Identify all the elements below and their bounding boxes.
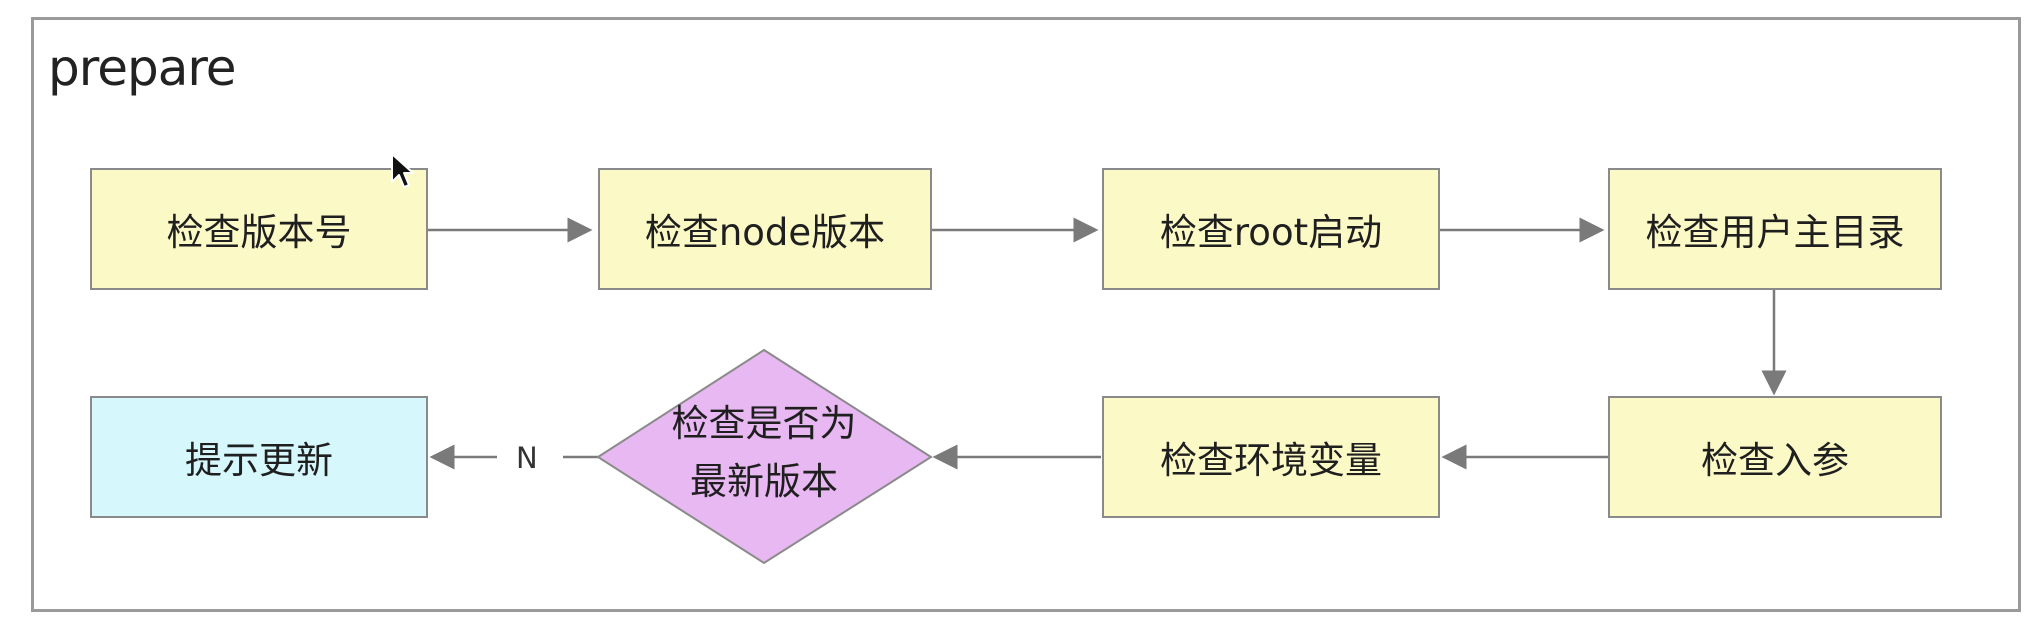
node-check-root-start-label: 检查root启动 [1159, 211, 1383, 254]
node-check-root-start: 检查root启动 [1102, 168, 1440, 290]
decision-label: 检查是否为 最新版本 [598, 395, 930, 511]
decision-label-line1: 检查是否为 [671, 402, 857, 445]
connector-layer [428, 217, 1787, 565]
node-check-env: 检查环境变量 [1102, 396, 1440, 518]
node-check-env-label: 检查环境变量 [1160, 439, 1382, 482]
edge-label-no: N [516, 441, 538, 475]
node-check-args: 检查入参 [1608, 396, 1942, 518]
node-prompt-update-label: 提示更新 [185, 439, 333, 482]
mouse-pointer-icon [391, 153, 414, 188]
node-check-version-label: 检查版本号 [166, 211, 352, 254]
decision-label-line2: 最新版本 [690, 460, 838, 503]
node-check-user-home-label: 检查用户主目录 [1645, 211, 1905, 254]
node-check-node-version-label: 检查node版本 [644, 211, 886, 254]
node-check-node-version: 检查node版本 [598, 168, 932, 290]
node-prompt-update: 提示更新 [90, 396, 428, 518]
node-check-user-home: 检查用户主目录 [1608, 168, 1942, 290]
node-check-version: 检查版本号 [90, 168, 428, 290]
node-check-args-label: 检查入参 [1701, 439, 1849, 482]
